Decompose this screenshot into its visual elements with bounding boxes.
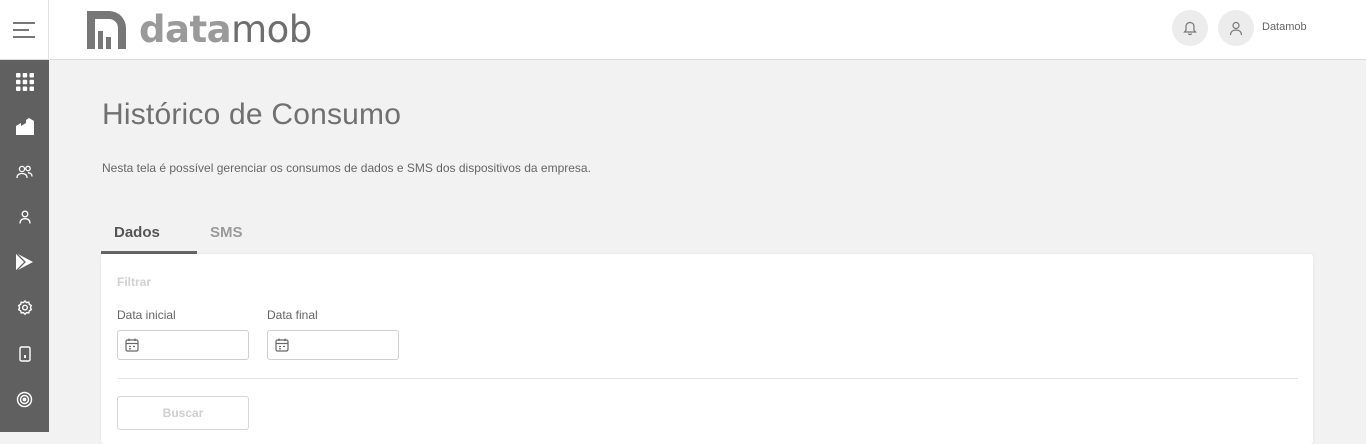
end-date-input[interactable] [267, 330, 399, 360]
menu-icon [13, 21, 35, 38]
play-store-icon [16, 253, 33, 271]
settings-icon [17, 300, 32, 316]
bell-icon [1183, 21, 1197, 35]
sidebar-item-user[interactable] [0, 195, 49, 239]
start-date-label: Data inicial [117, 308, 176, 322]
sidebar-item-users[interactable] [0, 150, 49, 194]
sidebar-item-device[interactable] [0, 332, 49, 376]
sidebar [0, 60, 49, 432]
users-icon [16, 165, 33, 179]
start-date-input[interactable] [117, 330, 249, 360]
sidebar-item-settings[interactable] [0, 286, 49, 330]
logo-mark-icon [87, 11, 126, 49]
apps-grid-icon [15, 73, 34, 91]
logo-text: datamob [139, 8, 312, 51]
sidebar-item-signal[interactable] [0, 377, 49, 421]
page-description: Nesta tela é possível gerenciar os consu… [102, 161, 591, 175]
tab-dados[interactable]: Dados [101, 216, 197, 254]
tab-bar: Dados SMS [101, 216, 256, 254]
datamob-logo[interactable]: datamob [87, 10, 312, 50]
page-title: Histórico de Consumo [102, 98, 402, 131]
tab-sms[interactable]: SMS [197, 216, 256, 254]
user-name[interactable]: Datamob [1262, 21, 1307, 33]
user-avatar-button[interactable] [1218, 10, 1254, 46]
sidebar-item-apps[interactable] [0, 60, 49, 104]
company-icon [15, 117, 34, 135]
filter-divider [117, 378, 1298, 379]
end-date-label: Data final [267, 308, 318, 322]
sidebar-item-company[interactable] [0, 104, 49, 148]
filter-card: Filtrar Data inicial Data final Buscar [101, 254, 1313, 444]
user-icon [1229, 21, 1243, 35]
calendar-icon [125, 338, 139, 352]
menu-toggle-button[interactable] [0, 0, 49, 59]
user-icon [18, 210, 31, 224]
calendar-icon [275, 338, 289, 352]
signal-icon [16, 391, 33, 407]
filter-title: Filtrar [117, 275, 152, 289]
sidebar-item-play-store[interactable] [0, 240, 49, 284]
search-button[interactable]: Buscar [117, 396, 249, 430]
top-bar: datamob Datamob [0, 0, 1366, 60]
notifications-button[interactable] [1172, 10, 1208, 46]
device-icon [18, 346, 31, 362]
